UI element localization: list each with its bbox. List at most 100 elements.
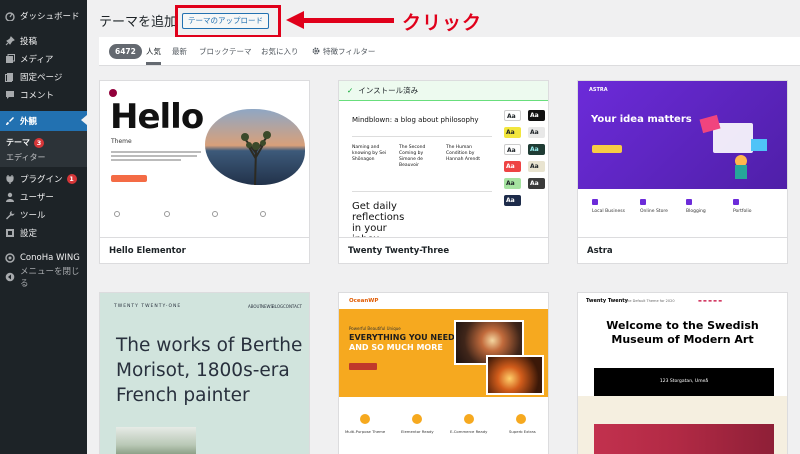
- theme-name: Hello Elementor: [100, 237, 309, 263]
- preview-dark-band: 123 Storgatan, Umeå: [594, 368, 774, 396]
- media-icon: [6, 54, 15, 63]
- theme-screenshot: OceanWP Powerful Beautiful Unique EVERYT…: [339, 293, 548, 454]
- preview-site-title: Twenty Twenty: [586, 298, 628, 304]
- preview-heading-line: AND SO MUCH MORE: [349, 343, 443, 352]
- preview-nav-item: CONTACT: [283, 304, 302, 309]
- installed-notice: ✓ インストール済み: [339, 81, 548, 101]
- submenu-item-editor[interactable]: エディター: [6, 152, 45, 163]
- wrench-icon: [6, 211, 15, 220]
- update-count-badge: 1: [66, 174, 77, 184]
- theme-card-astra[interactable]: ASTRA Your idea matters Local Business O…: [577, 80, 788, 264]
- preview-address: 123 Storgatan, Umeå: [659, 379, 709, 384]
- preview-heading: EVERYTHING YOU NEED AND SO MUCH MORE: [349, 333, 455, 353]
- sidebar-item-plugins[interactable]: プラグイン 1: [0, 170, 87, 188]
- sidebar-item-label: メニューを閉じる: [20, 267, 80, 289]
- feature-filter-button[interactable]: 特徴フィルター: [312, 46, 375, 57]
- tab-popular[interactable]: 人気: [146, 46, 161, 65]
- user-icon: [6, 192, 14, 202]
- submenu-item-label: エディター: [6, 153, 46, 162]
- theme-screenshot: Hello Theme: [100, 81, 309, 239]
- sidebar-item-pages[interactable]: 固定ページ: [0, 68, 87, 86]
- theme-card-oceanwp[interactable]: OceanWP Powerful Beautiful Unique EVERYT…: [338, 292, 549, 454]
- checkmark-icon: ✓: [347, 86, 354, 95]
- feature-icon: [464, 414, 474, 424]
- feature-icon: [592, 199, 598, 205]
- feature-icon: [360, 414, 370, 424]
- preview-feature: Elementor Ready: [401, 429, 434, 434]
- sidebar-item-label: ツール: [20, 211, 46, 221]
- theme-card-twenty-twenty[interactable]: Twenty Twenty The Default Theme for 2020…: [577, 292, 788, 454]
- preview-subtitle: Theme: [111, 138, 132, 145]
- page-title: テーマを追加: [99, 15, 178, 30]
- preview-landscape-image: [205, 109, 305, 185]
- feature-icon: [733, 199, 739, 205]
- preview-button: [111, 175, 147, 182]
- preview-feature: Blogging: [686, 209, 706, 214]
- preview-image: [486, 355, 544, 395]
- preview-heading: Your idea matters: [591, 114, 692, 125]
- annotation-click-label: クリック: [402, 12, 483, 34]
- collapse-icon: [5, 272, 15, 282]
- preview-heading: Mindblown: a blog about philosophy: [352, 116, 479, 124]
- preview-image: [594, 424, 774, 454]
- sidebar-item-tools[interactable]: ツール: [0, 206, 87, 224]
- sidebar-item-label: 固定ページ: [20, 73, 63, 83]
- preview-button: [349, 363, 377, 370]
- theme-screenshot: TWENTY TWENTY-ONE ABOUT NEWS BLOG CONTAC…: [100, 293, 309, 454]
- pin-icon: [5, 36, 15, 46]
- sidebar-item-appearance[interactable]: 外観: [0, 111, 87, 131]
- sidebar-item-posts[interactable]: 投稿: [0, 32, 87, 50]
- preview-column: The Second Coming by Simone de Beauvoir: [399, 145, 426, 168]
- plugin-icon: [6, 175, 14, 184]
- admin-sidebar: ダッシュボード 投稿 メディア 固定ページ コメント 外観 テーマ 3 エディター…: [0, 0, 87, 454]
- submenu-item-themes[interactable]: テーマ 3: [6, 137, 44, 148]
- preview-logo: OceanWP: [349, 298, 379, 304]
- theme-card-twenty-twenty-three[interactable]: Mindblown: a blog about philosophy Namin…: [338, 80, 549, 264]
- preview-tagline: Powerful Beautiful Unique: [349, 326, 401, 331]
- sidebar-item-media[interactable]: メディア: [0, 50, 87, 68]
- tab-favorites[interactable]: お気に入り: [261, 46, 299, 57]
- preview-button: [592, 145, 622, 153]
- elementor-logo: [109, 89, 117, 97]
- preview-nav-item: BLOG: [272, 304, 284, 309]
- theme-card-hello-elementor[interactable]: Hello Theme Hello Elementor: [99, 80, 310, 264]
- comment-icon: [6, 91, 14, 99]
- appearance-submenu: テーマ 3 エディター: [0, 131, 87, 167]
- theme-card-twenty-twenty-one[interactable]: TWENTY TWENTY-ONE ABOUT NEWS BLOG CONTAC…: [99, 292, 310, 454]
- theme-name: Twenty Twenty-Three: [339, 237, 548, 263]
- preview-big-text: Get daily reflections in your inbox.: [352, 201, 405, 239]
- preview-divider: [352, 191, 492, 192]
- dashboard-icon: [5, 12, 15, 21]
- preview-feature: Multi-Purpose Theme: [345, 429, 386, 434]
- page-icon: [5, 73, 13, 82]
- settings-icon: [6, 229, 14, 237]
- sidebar-item-label: 投稿: [20, 37, 38, 47]
- sidebar-item-label: 設定: [20, 229, 38, 239]
- preview-feature: Superb Extras: [509, 429, 536, 434]
- sidebar-item-settings[interactable]: 設定: [0, 224, 87, 242]
- sidebar-item-users[interactable]: ユーザー: [0, 188, 87, 206]
- sidebar-item-collapse-menu[interactable]: メニューを閉じる: [0, 267, 87, 289]
- installed-label: インストール済み: [358, 86, 419, 95]
- tab-block-themes[interactable]: ブロックテーマ: [199, 46, 252, 57]
- tab-latest[interactable]: 最新: [172, 46, 187, 57]
- sidebar-item-label: メディア: [20, 55, 54, 65]
- sidebar-item-comments[interactable]: コメント: [0, 86, 87, 104]
- preview-column: Naming and knowing by Sei Shōnagon: [352, 145, 387, 162]
- theme-name: Astra: [578, 237, 787, 263]
- theme-filter-bar: 6472 人気 最新 ブロックテーマ お気に入り 特徴フィルター: [99, 37, 800, 66]
- submenu-item-label: テーマ: [6, 138, 30, 147]
- preview-site-title: TWENTY TWENTY-ONE: [114, 304, 182, 309]
- sidebar-item-dashboard[interactable]: ダッシュボード: [0, 7, 87, 25]
- preview-column: The Human Condition by Hannah Arendt: [446, 145, 480, 162]
- feature-filter-label: 特徴フィルター: [323, 47, 376, 56]
- sidebar-item-label: ダッシュボード: [20, 12, 80, 22]
- update-count-badge: 3: [34, 138, 44, 148]
- conoha-icon: [5, 253, 15, 263]
- preview-nav-item: ABOUT: [248, 304, 262, 309]
- sidebar-item-label: コメント: [20, 91, 55, 101]
- sidebar-item-label: 外観: [20, 117, 38, 127]
- feature-icon: [686, 199, 692, 205]
- annotation-highlight-box: [175, 5, 281, 38]
- preview-logo: ASTRA: [589, 87, 608, 93]
